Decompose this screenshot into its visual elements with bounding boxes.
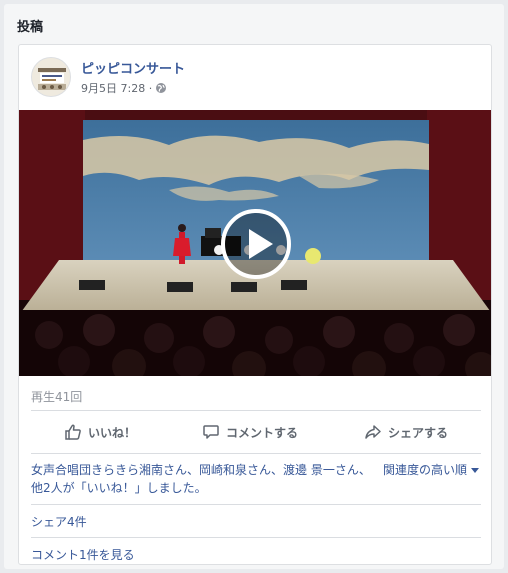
author-name[interactable]: ピッピコンサート (81, 58, 185, 77)
likes-summary[interactable]: 女声合唱団きらきら湘南さん、岡崎和泉さん、渡邊 景一さん、他2人が「いいね！」し… (31, 461, 376, 497)
post-meta: 9月5日 7:28 · (81, 80, 167, 96)
thumbs-up-icon (65, 424, 81, 440)
speech-bubble-icon (203, 425, 219, 439)
view-count: 再生41回 (31, 390, 83, 404)
chevron-down-icon (471, 468, 479, 473)
video-player[interactable] (19, 110, 491, 376)
play-triangle (249, 229, 273, 259)
sort-label: 関連度の高い順 (382, 463, 467, 477)
post-timestamp[interactable]: 9月5日 7:28 · (81, 80, 152, 96)
section-title: 投稿 (17, 20, 44, 35)
sort-dropdown[interactable]: 関連度の高い順 (383, 461, 479, 478)
comment-button[interactable]: コメントする (202, 423, 298, 441)
posts-section: 投稿 ピッピコンサート 9月5日 7:28 · 再生41回 いいね！ コメントす… (4, 4, 504, 569)
divider (31, 537, 481, 538)
divider (31, 453, 481, 454)
play-icon[interactable] (221, 209, 291, 279)
globe-icon[interactable] (155, 82, 167, 94)
like-label: いいね！ (87, 425, 136, 440)
comment-label: コメントする (225, 425, 298, 440)
divider (31, 410, 481, 411)
post-card: ピッピコンサート 9月5日 7:28 · 再生41回 いいね！ コメントする シ… (18, 44, 492, 565)
like-button[interactable]: いいね！ (64, 423, 136, 441)
share-arrow-icon (365, 425, 381, 439)
shares-link[interactable]: シェア4件 (31, 513, 87, 530)
avatar[interactable] (31, 57, 71, 97)
view-comments-link[interactable]: コメント1件を見る (31, 546, 135, 563)
action-bar: いいね！ コメントする シェアする (31, 416, 481, 448)
share-button[interactable]: シェアする (364, 423, 448, 441)
divider (31, 504, 481, 505)
share-label: シェアする (387, 425, 448, 440)
avatar-image (32, 58, 70, 96)
